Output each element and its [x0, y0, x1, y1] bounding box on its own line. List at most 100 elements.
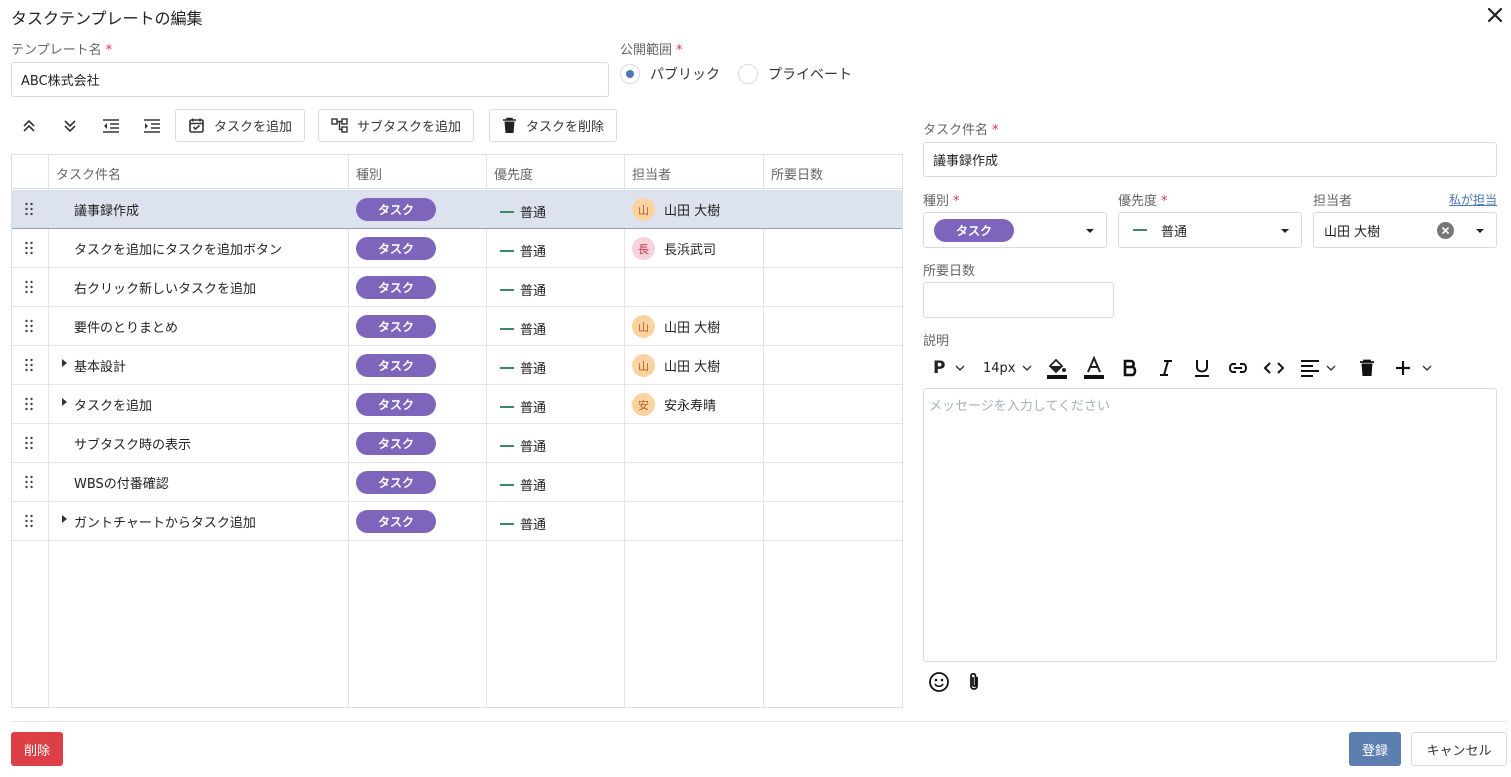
drag-handle-icon[interactable] [24, 436, 34, 450]
expand-caret-icon[interactable] [62, 359, 67, 367]
assignee-cell: 長長浜武司 [632, 237, 716, 260]
table-row[interactable]: 要件のとりまとめ タスク 普通 山山田 大樹 [12, 307, 902, 346]
priority-line-icon [500, 522, 514, 525]
font-size-label: 14px [983, 360, 1016, 376]
delete-button[interactable]: 削除 [11, 732, 63, 766]
submit-button[interactable]: 登録 [1349, 732, 1401, 766]
type-select[interactable]: タスク [923, 212, 1107, 248]
chevron-down-icon [1326, 365, 1336, 371]
radio-public[interactable]: パブリック [620, 64, 720, 84]
italic-icon[interactable] [1158, 356, 1174, 380]
text-color-icon[interactable] [1083, 356, 1105, 380]
priority-text: 普通 [520, 284, 547, 299]
add-task-label: タスクを追加 [214, 120, 293, 135]
table-row[interactable]: サブタスク時の表示 タスク 普通 [12, 424, 902, 463]
trash-icon [503, 117, 516, 133]
column-header-assignee[interactable]: 担当者 [632, 164, 671, 183]
underline-icon[interactable] [1193, 356, 1211, 380]
assignee-select[interactable]: 山田 大樹 [1313, 212, 1497, 248]
font-size-dropdown[interactable]: 14px [983, 356, 1032, 380]
radio-private-dot[interactable] [738, 64, 758, 84]
task-name-cell: ガントチャートからタスク追加 [74, 516, 256, 531]
fill-color-icon[interactable] [1046, 356, 1068, 380]
add-subtask-label: サブタスクを追加 [357, 120, 462, 135]
add-subtask-button[interactable]: サブタスクを追加 [318, 109, 475, 142]
template-name-input[interactable]: ABC株式会社 [11, 62, 609, 97]
drag-handle-icon[interactable] [24, 202, 34, 216]
column-header-priority[interactable]: 優先度 [494, 164, 533, 183]
delete-task-button[interactable]: タスクを削除 [489, 109, 618, 142]
task-name-cell: 基本設計 [74, 360, 127, 375]
priority-text: 普通 [520, 245, 547, 260]
drag-handle-icon[interactable] [24, 358, 34, 372]
duration-input[interactable] [923, 282, 1114, 318]
type-label: 種別 * [923, 194, 960, 209]
assign-me-link[interactable]: 私が担当 [1449, 191, 1497, 208]
table-row[interactable]: 基本設計 タスク 普通 山山田 大樹 [12, 346, 902, 385]
task-name-cell: 右クリック新しいタスクを追加 [74, 282, 257, 297]
assignee-name: 山田 大樹 [664, 204, 721, 219]
drag-handle-icon[interactable] [24, 319, 34, 333]
assignee-cell: 安安永寿晴 [632, 393, 716, 416]
emoji-icon[interactable] [928, 671, 950, 697]
bold-icon[interactable] [1122, 356, 1138, 380]
outdent-icon[interactable] [97, 112, 125, 140]
link-icon[interactable] [1227, 356, 1249, 380]
priority-cell: 普通 [500, 397, 546, 416]
expand-caret-icon[interactable] [62, 515, 67, 523]
cancel-button[interactable]: キャンセル [1411, 732, 1507, 766]
assignee-name: 山田 大樹 [664, 360, 721, 375]
type-badge: タスク [356, 510, 436, 533]
dialog-title: タスクテンプレートの編集 [11, 9, 203, 28]
assignee-name: 安永寿晴 [664, 399, 717, 414]
add-task-button[interactable]: タスクを追加 [175, 109, 306, 142]
priority-line-icon [500, 288, 514, 291]
drag-handle-icon[interactable] [24, 475, 34, 489]
close-icon[interactable] [1484, 4, 1506, 26]
chevrons-up-icon[interactable] [15, 112, 43, 140]
column-header-duration[interactable]: 所要日数 [771, 164, 823, 183]
code-icon[interactable] [1263, 356, 1285, 380]
table-row[interactable]: タスクを追加にタスクを追加ボタン タスク 普通 長長浜武司 [12, 229, 902, 268]
avatar: 山 [632, 354, 655, 377]
radio-public-dot[interactable] [620, 64, 640, 84]
template-name-label: テンプレート名 * [11, 43, 113, 58]
table-row[interactable]: ガントチャートからタスク追加 タスク 普通 [12, 502, 902, 541]
drag-handle-icon[interactable] [24, 280, 34, 294]
clear-icon[interactable] [1437, 222, 1454, 239]
paragraph-format-dropdown[interactable]: P [933, 356, 965, 380]
subtask-tree-icon [331, 118, 348, 133]
radio-private[interactable]: プライベート [738, 64, 852, 84]
priority-select[interactable]: 普通 [1118, 212, 1302, 248]
priority-line-icon [500, 327, 514, 330]
table-row[interactable]: WBSの付番確認 タスク 普通 [12, 463, 902, 502]
avatar: 山 [632, 198, 655, 221]
calendar-check-icon [189, 118, 204, 133]
assignee-value: 山田 大樹 [1324, 224, 1381, 240]
table-row[interactable]: 右クリック新しいタスクを追加 タスク 普通 [12, 268, 902, 307]
table-row[interactable]: 議事録作成 タスク 普通 山山田 大樹 [12, 190, 902, 229]
trash-icon[interactable] [1359, 356, 1375, 380]
insert-dropdown[interactable] [1394, 356, 1432, 380]
table-row[interactable]: タスクを追加 タスク 普通 安安永寿晴 [12, 385, 902, 424]
priority-line-icon [500, 444, 514, 447]
indent-icon[interactable] [138, 112, 166, 140]
attachment-icon[interactable] [965, 671, 983, 697]
assignee-label: 担当者 [1313, 194, 1353, 209]
visibility-label: 公開範囲 * [620, 43, 683, 58]
priority-cell: 普通 [500, 475, 546, 494]
assignee-name: 山田 大樹 [664, 321, 721, 336]
drag-handle-icon[interactable] [24, 397, 34, 411]
expand-caret-icon[interactable] [62, 398, 67, 406]
chevron-down-icon [1422, 365, 1432, 371]
assignee-name: 長浜武司 [664, 243, 717, 258]
chevrons-down-icon[interactable] [56, 112, 84, 140]
priority-value: 普通 [1161, 224, 1188, 240]
column-header-task-name[interactable]: タスク件名 [56, 164, 121, 183]
column-header-type[interactable]: 種別 [356, 164, 382, 183]
drag-handle-icon[interactable] [24, 514, 34, 528]
drag-handle-icon[interactable] [24, 241, 34, 255]
description-editor[interactable]: メッセージを入力してください [923, 388, 1497, 662]
task-name-input[interactable]: 議事録作成 [923, 142, 1497, 177]
align-dropdown[interactable] [1300, 356, 1336, 380]
